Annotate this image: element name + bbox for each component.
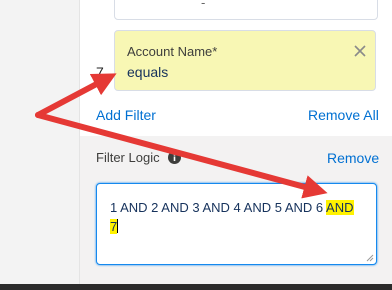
filter-logic-text: 1 AND 2 AND 3 AND 4 AND 5 AND 6 AND 7 xyxy=(110,198,370,236)
close-icon[interactable] xyxy=(353,44,367,58)
resize-handle-icon[interactable] xyxy=(366,254,374,262)
left-gutter xyxy=(0,0,80,290)
filter-logic-text-highlight-7: 7 xyxy=(110,219,118,234)
filter-logic-section: Filter Logic Remove 1 AND 2 AND 3 AND 4 … xyxy=(80,136,392,290)
text-caret xyxy=(117,219,119,233)
filter-logic-label: Filter Logic xyxy=(96,150,160,165)
filter-logic-textarea[interactable]: 1 AND 2 AND 3 AND 4 AND 5 AND 6 AND 7 xyxy=(96,183,377,265)
filter-number: 7. xyxy=(96,64,108,80)
filter-actions-row: Add Filter Remove All xyxy=(80,104,392,126)
filter-logic-text-highlight-and: AND xyxy=(326,200,354,215)
bottom-bar xyxy=(0,284,392,290)
filter-card-account-name[interactable]: Account Name* equals xyxy=(114,30,376,91)
info-icon[interactable] xyxy=(168,151,181,164)
filter-field-label: Account Name* xyxy=(127,44,218,59)
remove-all-link[interactable]: Remove All xyxy=(308,107,379,123)
remove-filter-logic-link[interactable]: Remove xyxy=(327,150,379,166)
filter-operator: equals xyxy=(127,64,169,80)
filter-logic-text-main: 1 AND 2 AND 3 AND 4 AND 5 AND 6 xyxy=(110,200,327,215)
previous-filter-partial-text: - xyxy=(201,0,206,10)
previous-filter-card[interactable]: - xyxy=(114,0,378,20)
filters-panel: - 7. Account Name* equals Add Filter Rem… xyxy=(80,0,392,290)
add-filter-link[interactable]: Add Filter xyxy=(96,107,156,123)
